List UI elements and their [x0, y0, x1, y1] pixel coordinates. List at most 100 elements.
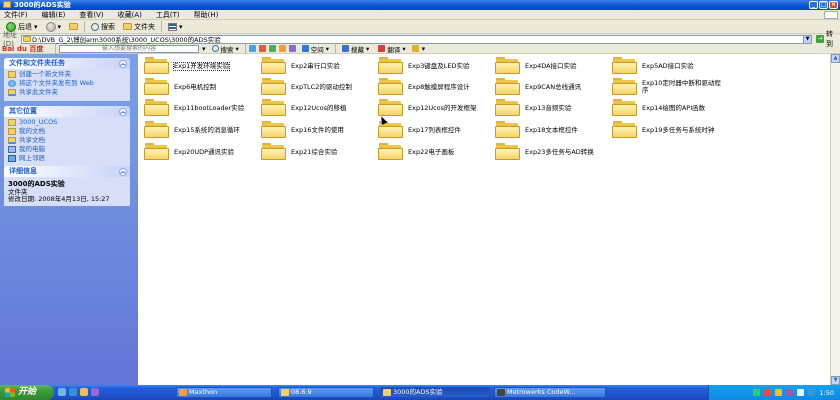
task-maxthon[interactable]: Maxthon: [176, 387, 272, 398]
collapse-icon[interactable]: ︽: [119, 108, 127, 116]
baidu-space-button[interactable]: 空间 ▾: [299, 44, 332, 54]
clock[interactable]: 1:50: [819, 389, 834, 397]
address-path: D:\DVB_G_2\博创arm3000系统\3000_UCOS\3000的AD…: [31, 35, 221, 44]
baidu-tieba-icon[interactable]: [258, 45, 266, 52]
task-share-folder[interactable]: 共享此文件夹: [8, 89, 126, 97]
task-ads-folder[interactable]: 3000的ADS实验: [380, 387, 490, 398]
folder-item[interactable]: Exp6电机控制: [144, 77, 260, 97]
menu-favorites[interactable]: 收藏(A): [118, 10, 142, 20]
folder-label: Exp16文件的使用: [291, 125, 344, 134]
folder-item[interactable]: Exp19多任务与系统时钟: [612, 120, 728, 140]
tray-app-icon[interactable]: [775, 389, 783, 396]
folder-icon: [495, 78, 520, 96]
baidu-mp3-icon[interactable]: [278, 45, 286, 52]
folder-item[interactable]: Exp22电子画板: [378, 142, 494, 162]
chevron-down-icon[interactable]: ▾: [34, 23, 38, 31]
baidu-translate-button[interactable]: 翻译 ▾: [375, 44, 408, 54]
media-icon[interactable]: [91, 388, 99, 396]
baidu-news-icon[interactable]: [248, 45, 256, 52]
collapse-icon[interactable]: ︽: [119, 60, 127, 68]
address-input[interactable]: D:\DVB_G_2\博创arm3000系统\3000_UCOS\3000的AD…: [20, 34, 813, 44]
network-tray-icon[interactable]: [808, 389, 816, 396]
title-bar[interactable]: 3000的ADS实验 _ □ ×: [0, 0, 840, 10]
task-08-6-9[interactable]: 08.6.9: [278, 387, 374, 398]
folder-item[interactable]: Exp5AD接口实验: [612, 56, 728, 76]
folder-icon: [495, 121, 520, 139]
folder-item[interactable]: Exp15系统的消息循环: [144, 120, 260, 140]
tray-app-icon[interactable]: [764, 389, 772, 396]
other-places-header[interactable]: 其它位置 ︽: [4, 106, 130, 117]
search-button[interactable]: 搜索: [89, 21, 117, 33]
collapse-icon[interactable]: ︽: [119, 168, 127, 176]
folder-item[interactable]: Exp10定时器中断和驱动程序: [612, 77, 728, 97]
folder-item[interactable]: Exp4DA接口实验: [495, 56, 611, 76]
toolbar-separator: [161, 21, 163, 32]
baidu-image-icon[interactable]: [288, 45, 296, 52]
baidu-logo[interactable]: Bai du 百度: [2, 44, 52, 54]
place-label: 共享文档: [19, 136, 45, 144]
menu-help[interactable]: 帮助(H): [194, 10, 219, 20]
menu-view[interactable]: 查看(V): [79, 10, 103, 20]
menu-file[interactable]: 文件(F): [4, 10, 28, 20]
task-codewarrior[interactable]: Metrowerks CodeW...: [494, 387, 606, 398]
chevron-down-icon[interactable]: ▾: [202, 45, 206, 53]
minimize-button[interactable]: _: [809, 1, 818, 9]
up-button[interactable]: [67, 21, 80, 33]
chevron-down-icon[interactable]: ▾: [422, 45, 426, 53]
folder-item[interactable]: Exp2串行口实验: [261, 56, 377, 76]
folder-item[interactable]: Exp14绘图的API函数: [612, 98, 728, 118]
folders-label: 文件夹: [134, 22, 156, 31]
place-network[interactable]: 网上邻居: [8, 155, 126, 163]
folder-item[interactable]: Exp21综合实验: [261, 142, 377, 162]
folder-item[interactable]: Exp8触摸屏程序设计: [378, 77, 494, 97]
menu-tools[interactable]: 工具(T): [156, 10, 180, 20]
folder-item[interactable]: Exp11bootLoader实验: [144, 98, 260, 118]
views-button[interactable]: ▾: [166, 21, 185, 33]
start-button[interactable]: 开始: [0, 385, 54, 400]
baidu-tools-icon[interactable]: [411, 45, 419, 52]
tray-app-icon[interactable]: [753, 389, 761, 396]
tray-app-icon[interactable]: [786, 389, 794, 396]
ie-icon[interactable]: [69, 388, 77, 396]
folder-view[interactable]: Exp1开发环境实验 Exp2串行口实验 Exp3键盘及LED实验 Exp4DA接口实…: [138, 54, 830, 385]
folder-item[interactable]: Exp3键盘及LED实验: [378, 56, 494, 76]
maximize-button[interactable]: □: [819, 1, 828, 9]
details-header[interactable]: 详细信息 ︽: [4, 166, 130, 177]
folder-item[interactable]: ExpTLC2的驱动控制: [261, 77, 377, 97]
folder-item[interactable]: Exp18文本框控件: [495, 120, 611, 140]
menu-edit[interactable]: 编辑(E): [42, 10, 66, 20]
baidu-zhidao-icon[interactable]: [268, 45, 276, 52]
folder-item[interactable]: Exp1开发环境实验: [144, 56, 260, 76]
place-my-documents[interactable]: 我的文档: [8, 128, 126, 136]
folder-item[interactable]: Exp13音频实验: [495, 98, 611, 118]
folder-item[interactable]: Exp16文件的使用: [261, 120, 377, 140]
folder-item[interactable]: Exp20UDP通讯实验: [144, 142, 260, 162]
chevron-down-icon[interactable]: ▾: [58, 23, 62, 31]
baidu-search-input[interactable]: 输入想要搜索的内容: [59, 44, 199, 53]
scroll-down-icon[interactable]: ▼: [831, 376, 840, 385]
folder-item[interactable]: Exp23多任务与AD转换: [495, 142, 611, 162]
task-new-folder[interactable]: 创建一个新文件夹: [8, 71, 126, 79]
folder-item[interactable]: Exp12Ucos的开发框架: [378, 98, 494, 118]
show-desktop-icon[interactable]: [58, 388, 66, 396]
folder-item[interactable]: Exp9CAN总线通讯: [495, 77, 611, 97]
folder-item[interactable]: Exp17列表框控件: [378, 120, 494, 140]
vertical-scrollbar[interactable]: ▲ ▼: [830, 54, 840, 385]
place-shared-docs[interactable]: 共享文档: [8, 137, 126, 145]
folder-item[interactable]: Exp12Ucos的移植: [261, 98, 377, 118]
file-tasks-header[interactable]: 文件和文件夹任务 ︽: [4, 58, 130, 69]
place-my-computer[interactable]: 我的电脑: [8, 146, 126, 154]
chevron-down-icon[interactable]: ▼: [803, 35, 812, 43]
volume-icon[interactable]: [797, 389, 805, 396]
menu-bar: 文件(F) 编辑(E) 查看(V) 收藏(A) 工具(T) 帮助(H): [0, 10, 840, 20]
scroll-up-icon[interactable]: ▲: [831, 54, 840, 63]
baidu-collect-button[interactable]: 搜藏 ▾: [339, 44, 372, 54]
baidu-search-button[interactable]: 搜索 ▾: [209, 44, 242, 54]
place-3000-ucos[interactable]: 3000_UCOS: [8, 119, 126, 127]
task-publish-web[interactable]: 将这个文件夹发布到 Web: [8, 80, 126, 88]
folder-icon: [378, 143, 403, 161]
close-button[interactable]: ×: [829, 1, 838, 9]
forward-button[interactable]: ▾: [44, 21, 64, 33]
explorer-icon[interactable]: [80, 388, 88, 396]
folders-button[interactable]: 文件夹: [121, 21, 157, 33]
